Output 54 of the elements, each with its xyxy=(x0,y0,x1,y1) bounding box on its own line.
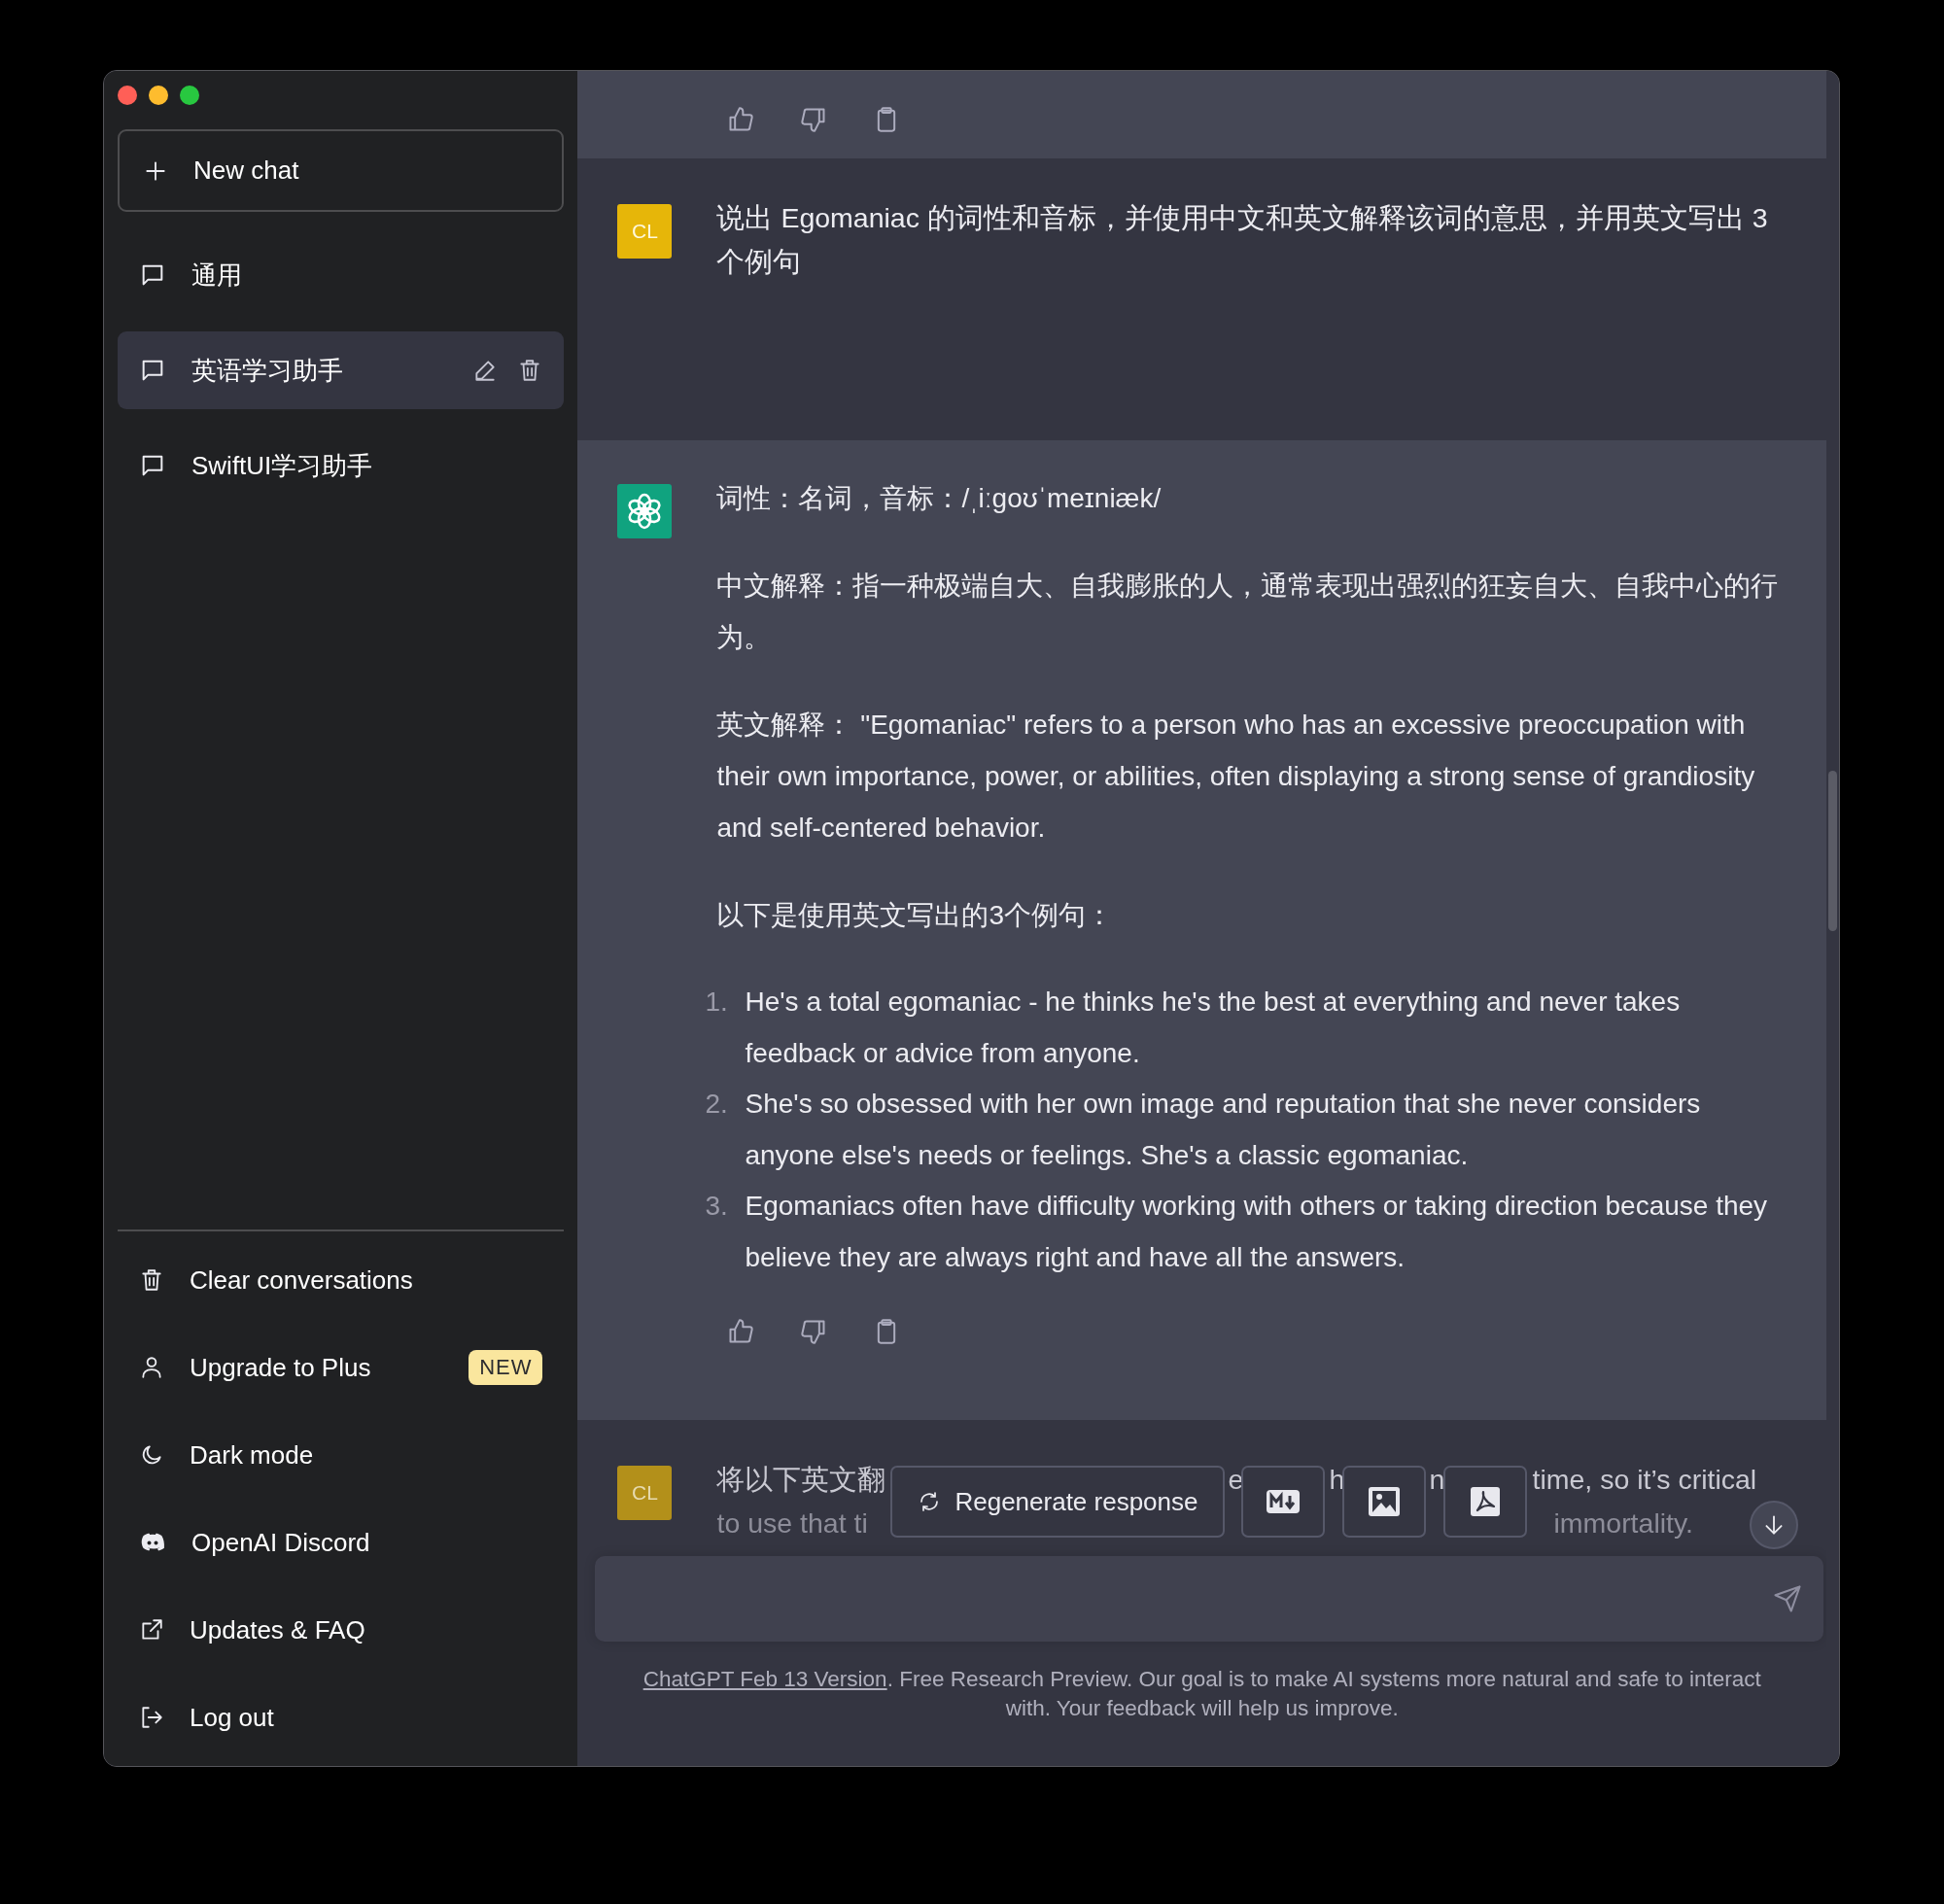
conversation-item[interactable]: SwiftUI学习助手 xyxy=(118,427,565,504)
message-text-fragment: time, so it’s critical xyxy=(1532,1463,1757,1497)
message-text-fragment: 将以下英文翻 xyxy=(716,1463,886,1497)
export-markdown-button[interactable] xyxy=(1241,1466,1326,1538)
window-zoom-button[interactable] xyxy=(180,86,199,105)
menu-item[interactable]: Clear conversations xyxy=(118,1241,565,1319)
version-link[interactable]: ChatGPT Feb 13 Version xyxy=(642,1667,887,1691)
external-link-icon xyxy=(139,1617,164,1643)
markdown-icon xyxy=(1266,1488,1302,1515)
message-text-fragment: to use that ti xyxy=(716,1506,868,1541)
thumbs-up-icon xyxy=(727,1318,755,1345)
list-number: 2. xyxy=(705,1088,729,1121)
pdf-icon xyxy=(1469,1485,1503,1518)
answer-paragraph: 英文解释： "Egomaniac" refers to a person who has an excessive preoccupation with their own importance, power, or abilities, often displaying a strong sense of grandiosity and self-centered behavior. xyxy=(716,709,1756,845)
window-minimize-button[interactable] xyxy=(149,86,168,105)
scrollbar-thumb[interactable] xyxy=(1828,771,1837,931)
message-text-fragment: immortality. xyxy=(1553,1506,1694,1541)
user-avatar: CL xyxy=(617,204,673,259)
new-chat-button[interactable]: New chat xyxy=(118,129,565,212)
message-text-fragment: n xyxy=(1429,1463,1445,1497)
menu-item[interactable]: Log out xyxy=(118,1679,565,1756)
answer-paragraph: 词性：名词，音标：/ˌiːɡoʊˈmeɪniæk/ xyxy=(716,482,1163,515)
list-item-text: Egomaniacs often have difficulty working with others or taking direction because they believe they are always right and have all the answers. xyxy=(745,1190,1769,1274)
message-text-fragment: e xyxy=(1228,1463,1244,1497)
menu-item[interactable]: OpenAI Discord xyxy=(118,1504,565,1581)
window-close-button[interactable] xyxy=(118,86,137,105)
menu-item[interactable]: Updates & FAQ xyxy=(118,1591,565,1669)
menu-item[interactable]: Upgrade to Plus NEW xyxy=(118,1329,565,1406)
list-number: 3. xyxy=(705,1190,729,1223)
answer-paragraph: 以下是使用英文写出的3个例句： xyxy=(716,899,1115,932)
message-text-fragment: h xyxy=(1329,1463,1345,1497)
thumbs-up-icon xyxy=(727,106,755,133)
scroll-down-button[interactable] xyxy=(1750,1501,1799,1549)
user-message: 说出 Egomaniac 的词性和音标，并使用中文和英文解释该词的意思，并用英文写出 3 个例句 xyxy=(716,201,1769,279)
user-avatar: CL xyxy=(617,1466,673,1520)
conversation-item[interactable]: 通用 xyxy=(118,236,565,314)
menu-item[interactable]: Dark mode xyxy=(118,1416,565,1494)
list-number: 1. xyxy=(705,986,729,1019)
answer-paragraph: 中文解释：指一种极端自大、自我膨胀的人，通常表现出强烈的狂妄自大、自我中心的行为。 xyxy=(716,570,1780,654)
send-icon xyxy=(1773,1584,1802,1613)
trash-icon xyxy=(139,1267,164,1293)
list-item-text: He's a total egomaniac - he thinks he's the best at everything and never takes feedback or advice from anyone. xyxy=(745,986,1682,1070)
regenerate-button[interactable]: Regenerate response xyxy=(890,1466,1226,1538)
new-badge: NEW xyxy=(469,1350,543,1385)
list-item-text: She's so obsessed with her own image and reputation that she never considers anyone else's needs or feelings. She's a classic egomaniac. xyxy=(745,1088,1702,1172)
export-image-button[interactable] xyxy=(1342,1466,1427,1538)
message-input[interactable] xyxy=(595,1556,1823,1642)
person-icon xyxy=(139,1355,164,1380)
image-icon xyxy=(1367,1485,1403,1518)
conversation-item[interactable]: 英语学习助手 xyxy=(118,331,565,409)
footer-text: ChatGPT Feb 13 Version. Free Research Preview. Our goal is to make AI systems more natural and safe to interact with. Your feedback will help us improve. xyxy=(642,1666,1762,1722)
export-pdf-button[interactable] xyxy=(1443,1466,1528,1538)
flower-logo-icon xyxy=(617,484,673,538)
logout-icon xyxy=(139,1705,164,1730)
